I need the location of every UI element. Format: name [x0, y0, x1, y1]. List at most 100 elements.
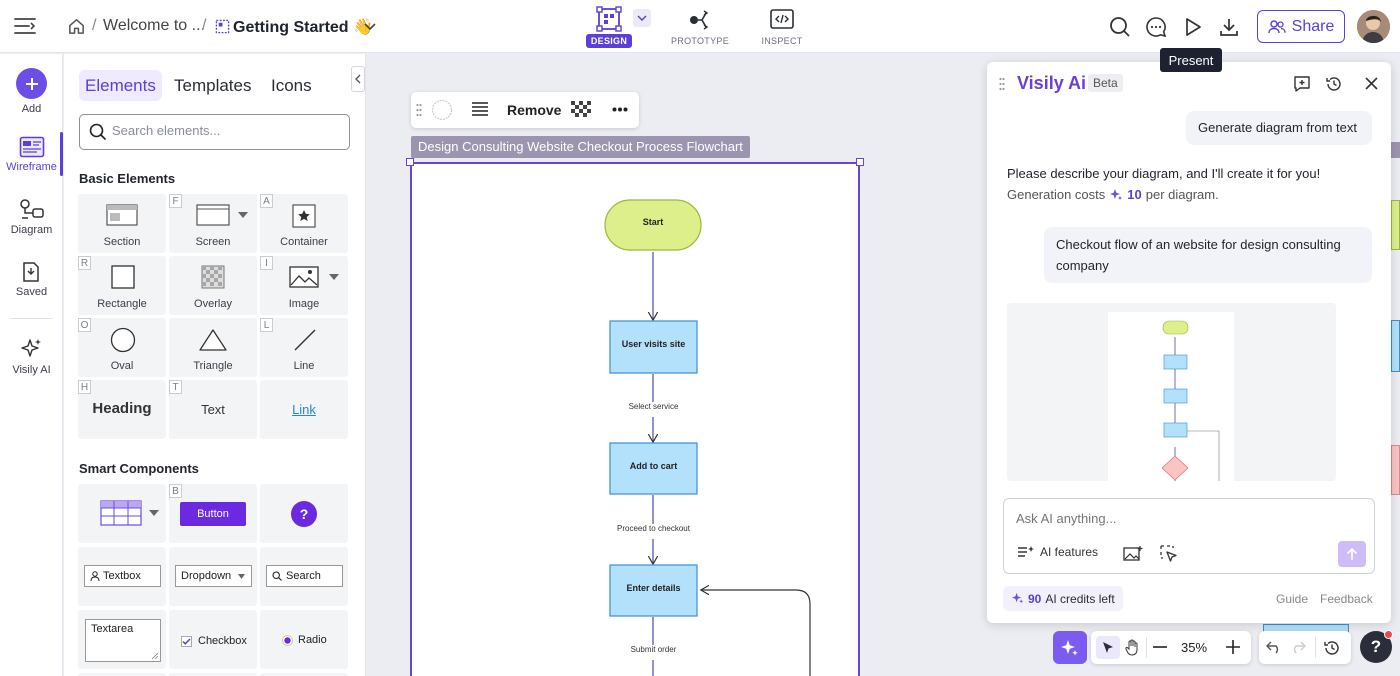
left-rail: Add Wireframe Diagram Saved Visily AI	[0, 54, 63, 676]
comment-icon[interactable]	[1144, 15, 1168, 39]
section-icon	[106, 204, 138, 226]
send-button[interactable]	[1338, 541, 1366, 567]
element-screen[interactable]: F Screen	[169, 194, 257, 253]
element-link[interactable]: Link	[260, 380, 348, 439]
element-image[interactable]: I Image	[260, 256, 348, 315]
shortcut-key: B	[169, 484, 182, 498]
drag-handle-icon[interactable]	[999, 77, 1005, 91]
element-triangle[interactable]: Triangle	[169, 318, 257, 377]
component-textarea[interactable]: Textarea	[78, 610, 166, 669]
component-table[interactable]	[78, 484, 166, 543]
diagram-preview[interactable]	[1007, 303, 1336, 481]
image-upload-icon[interactable]	[1123, 545, 1143, 561]
menu-icon[interactable]	[12, 14, 38, 38]
avatar[interactable]	[1357, 10, 1390, 43]
resize-handle[interactable]	[406, 158, 414, 166]
remove-button[interactable]: Remove	[507, 102, 561, 118]
shortcut-key: F	[169, 194, 182, 208]
element-heading[interactable]: H Heading	[78, 380, 166, 439]
search-icon[interactable]	[1108, 15, 1132, 39]
file-name[interactable]: Getting Started 👋	[233, 17, 373, 37]
share-button[interactable]: Share	[1257, 10, 1345, 43]
design-dropdown-icon[interactable]	[633, 9, 651, 27]
shortcut-key: H	[78, 380, 91, 394]
feedback-link[interactable]: Feedback	[1320, 592, 1373, 606]
chevron-down-icon[interactable]	[362, 19, 378, 35]
download-icon[interactable]	[1217, 15, 1241, 39]
element-rectangle[interactable]: R Rectangle	[78, 256, 166, 315]
node-label: Enter details	[626, 583, 681, 593]
breadcrumb-separator: /	[92, 17, 97, 34]
rail-item-wireframe[interactable]: Wireframe	[0, 136, 63, 173]
rail-item-label: Diagram	[10, 224, 53, 236]
element-overlay[interactable]: Overlay	[169, 256, 257, 315]
guide-link[interactable]: Guide	[1276, 592, 1308, 606]
tab-icons[interactable]: Icons	[265, 70, 318, 101]
element-label: Section	[103, 236, 141, 248]
select-area-icon[interactable]	[1159, 544, 1179, 562]
rail-item-visily-ai[interactable]: Visily AI	[0, 337, 63, 376]
tab-prototype-label: PROTOTYPE	[670, 36, 730, 46]
caret-down-icon[interactable]	[328, 273, 340, 281]
zoom-in-icon[interactable]	[1226, 640, 1240, 654]
version-history-icon[interactable]	[1323, 639, 1341, 657]
frame-title[interactable]: Design Consulting Website Checkout Proce…	[411, 136, 750, 158]
undo-icon[interactable]	[1266, 641, 1282, 654]
tab-elements[interactable]: Elements	[79, 70, 162, 101]
zoom-out-icon[interactable]	[1153, 646, 1167, 648]
rail-item-add[interactable]: Add	[0, 68, 63, 115]
component-radio[interactable]: Radio	[260, 610, 348, 669]
button-preview: Button	[180, 502, 246, 526]
rail-item-diagram[interactable]: Diagram	[0, 198, 63, 236]
shortcut-key: O	[78, 318, 91, 332]
shortcut-key: A	[260, 194, 273, 208]
opacity-icon[interactable]	[571, 101, 591, 119]
ask-ai-input[interactable]	[1016, 511, 1346, 526]
pointer-tool[interactable]	[1096, 636, 1120, 659]
search-elements-input[interactable]	[112, 123, 342, 138]
element-section[interactable]: Section	[78, 194, 166, 253]
element-line[interactable]: L Line	[260, 318, 348, 377]
node-label: Add to cart	[629, 461, 678, 471]
search-icon	[272, 571, 282, 581]
history-icon[interactable]	[1325, 75, 1343, 93]
resize-handle[interactable]	[856, 158, 864, 166]
flowchart-frame[interactable]: Start User visits site Select service Ad…	[410, 162, 860, 676]
line-style-icon[interactable]	[470, 101, 490, 119]
component-checkbox[interactable]: Checkbox	[169, 610, 257, 669]
fill-color-icon[interactable]	[431, 99, 453, 121]
component-textbox[interactable]: Textbox	[78, 547, 166, 606]
search-elements-field[interactable]	[79, 114, 350, 150]
caret-down-icon[interactable]	[237, 211, 249, 219]
caret-down-icon[interactable]	[148, 509, 160, 517]
component-button[interactable]: B Button	[169, 484, 257, 543]
share-label: Share	[1291, 17, 1335, 35]
new-chat-icon[interactable]	[1293, 75, 1311, 93]
rail-item-saved[interactable]: Saved	[0, 261, 63, 298]
component-dropdown[interactable]: Dropdown	[169, 547, 257, 606]
elements-panel: Elements Templates Icons Basic Elements …	[64, 54, 366, 676]
redo-icon[interactable]	[1290, 641, 1306, 654]
collapse-panel-button[interactable]	[351, 66, 365, 92]
element-text[interactable]: T Text	[169, 380, 257, 439]
ai-features-button[interactable]: AI features	[1017, 545, 1098, 559]
canvas-peek-node	[1391, 320, 1400, 372]
element-container[interactable]: A Container	[260, 194, 348, 253]
home-icon[interactable]	[66, 16, 86, 36]
tab-templates[interactable]: Templates	[168, 70, 257, 101]
breadcrumb-home[interactable]: Welcome to ...	[103, 17, 205, 35]
component-search[interactable]: Search	[260, 547, 348, 606]
drag-handle-icon[interactable]	[416, 103, 422, 117]
sparkle-icon	[1011, 592, 1024, 604]
close-icon[interactable]	[1364, 76, 1379, 91]
tab-inspect[interactable]: INSPECT	[742, 4, 822, 48]
element-oval[interactable]: O Oval	[78, 318, 166, 377]
ai-assistant-button[interactable]	[1053, 631, 1087, 664]
zoom-level[interactable]: 35%	[1181, 640, 1207, 655]
more-icon[interactable]	[612, 107, 628, 112]
hand-icon[interactable]	[1124, 639, 1140, 656]
play-icon[interactable]	[1181, 15, 1205, 39]
help-button[interactable]: ?	[1360, 630, 1393, 663]
tab-prototype[interactable]: PROTOTYPE	[660, 4, 740, 48]
component-help[interactable]: ?	[260, 484, 348, 543]
